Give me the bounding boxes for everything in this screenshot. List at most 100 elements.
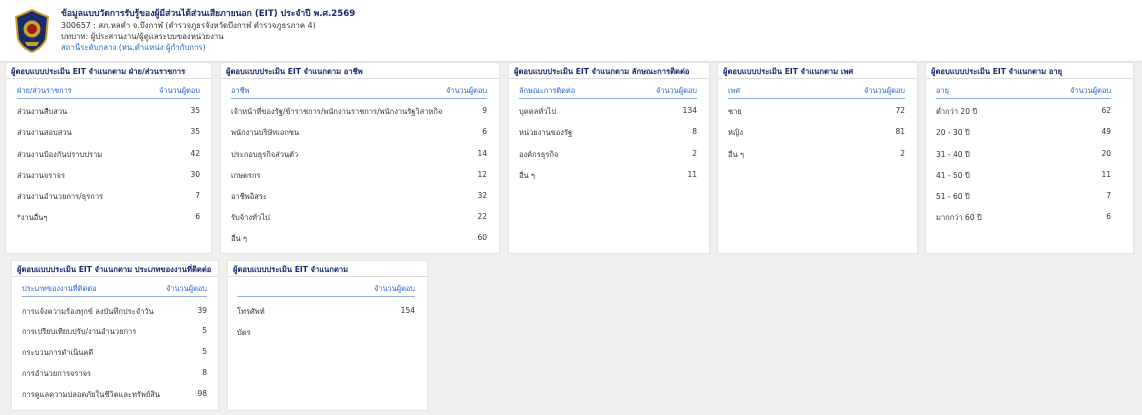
divider	[221, 78, 499, 79]
card-department: ผู้ตอบแบบประเมิน EIT จำแนกตาม ฝ่าย/ส่วนร…	[5, 62, 212, 254]
table-row: การอำนวยการจราจร 8	[22, 368, 207, 382]
row-label: เจ้าหน้าที่ของรัฐ/ข้าราชการ/พนักงานราชกา…	[231, 107, 443, 116]
row-value: 11	[687, 170, 697, 179]
row-label: 51 - 60 ปี	[936, 192, 970, 201]
row-value: 2	[900, 149, 905, 158]
divider	[12, 276, 218, 277]
table-row: อื่น ๆ 11	[519, 170, 697, 184]
row-value: 6	[482, 127, 487, 136]
card-title: ผู้ตอบแบบประเมิน EIT จำแนกตาม ฝ่าย/ส่วนร…	[11, 67, 186, 76]
row-label: ส่วนงานอำนวยการ/ธุรการ	[17, 192, 104, 201]
card-title: ผู้ตอบแบบประเมิน EIT จำแนกตาม เพศ	[723, 67, 854, 76]
divider	[228, 276, 427, 277]
row-label: การดูแลความปลอดภัยในชีวิตและทรัพย์สิน	[22, 390, 160, 399]
row-label: หญิง	[728, 128, 743, 137]
card-occupation: ผู้ตอบแบบประเมิน EIT จำแนกตาม อาชีพ อาชี…	[220, 62, 500, 254]
header-divider	[519, 98, 697, 99]
table-row: อื่น ๆ 2	[728, 149, 905, 163]
station-level-link[interactable]: สถานีระดับกลาง (หน.ตำแหน่ง ผู้กำกับการ)	[61, 42, 355, 53]
table-row: หน่วยงานของรัฐ 8	[519, 127, 697, 141]
row-value: 5	[202, 326, 207, 335]
row-label: บัตร	[237, 328, 251, 337]
row-label: การเปรียบเทียบปรับ/งานอำนวยการ	[22, 327, 137, 336]
row-label: อาชีพอิสระ	[231, 192, 267, 201]
column-header-label[interactable]: ลักษณะการติดต่อ	[519, 85, 575, 97]
table-row: 41 - 50 ปี 11	[936, 170, 1111, 184]
card-title: ผู้ตอบแบบประเมิน EIT จำแนกตาม ลักษณะการต…	[514, 67, 690, 76]
table-row: เกษตรกร 12	[231, 170, 487, 184]
page-title: ข้อมูลแบบวัดการรับรู้ของผู้มีส่วนได้ส่วน…	[61, 9, 356, 19]
row-value: 6	[195, 212, 200, 221]
row-value: 60	[477, 233, 487, 242]
row-label: เกษตรกร	[231, 171, 261, 180]
row-value: 20	[1101, 149, 1111, 158]
column-header-value[interactable]: จำนวนผู้ตอบ	[374, 283, 415, 295]
row-value: 7	[195, 191, 200, 200]
row-label: บุคคลทั่วไป	[519, 107, 557, 116]
user-role: บทบาท: ผู้ประสานงาน/ผู้ดูแลระบบของหน่วยง…	[61, 32, 224, 41]
row-label: ประกอบธุรกิจส่วนตัว	[231, 150, 299, 159]
column-header-value[interactable]: จำนวนผู้ตอบ	[446, 85, 487, 97]
table-row: ส่วนงานสืบสวน 35	[17, 106, 200, 120]
divider	[926, 78, 1133, 79]
column-header-label[interactable]: ฝ่าย/ส่วนราชการ	[17, 85, 72, 97]
row-label: มากกว่า 60 ปี	[936, 213, 982, 222]
column-header-label[interactable]: อาชีพ	[231, 85, 249, 97]
row-value: 30	[190, 170, 200, 179]
row-value: 6	[1106, 212, 1111, 221]
column-header-value[interactable]: จำนวนผู้ตอบ	[159, 85, 200, 97]
row-value: 62	[1101, 106, 1111, 115]
table-row: ส่วนงานอำนวยการ/ธุรการ 7	[17, 191, 200, 205]
table-row: รับจ้างทั่วไป 22	[231, 212, 487, 226]
row-label: ชาย	[728, 107, 742, 116]
table-row: ส่วนงานป้องกันปราบปราม 42	[17, 149, 200, 163]
column-header-value[interactable]: จำนวนผู้ตอบ	[656, 85, 697, 97]
table-row: การเปรียบเทียบปรับ/งานอำนวยการ 5	[22, 326, 207, 340]
column-header-label[interactable]: ประเภทของงานที่ติดต่อ	[22, 283, 97, 295]
table-row: บุคคลทั่วไป 134	[519, 106, 697, 120]
row-value: 35	[190, 127, 200, 136]
row-label: ต่ำกว่า 20 ปี	[936, 107, 978, 116]
row-label: 31 - 40 ปี	[936, 150, 970, 159]
column-header-label[interactable]: เพศ	[728, 85, 740, 97]
table-row: บัตร	[237, 327, 415, 341]
header-divider	[231, 98, 487, 99]
row-value: 2	[692, 149, 697, 158]
row-label: อื่น ๆ	[519, 171, 536, 180]
card-title: ผู้ตอบแบบประเมิน EIT จำแนกตาม อายุ	[931, 67, 1063, 76]
row-label: อื่น ๆ	[231, 234, 248, 243]
column-header-value[interactable]: จำนวนผู้ตอบ	[1070, 85, 1111, 97]
row-label: พนักงานบริษัทเอกชน	[231, 128, 300, 137]
row-value: 49	[1101, 127, 1111, 136]
row-label: การอำนวยการจราจร	[22, 369, 92, 378]
row-label: 20 - 30 ปี	[936, 128, 970, 137]
card-contact-type: ผู้ตอบแบบประเมิน EIT จำแนกตาม ลักษณะการต…	[508, 62, 710, 254]
row-value: 35	[190, 106, 200, 115]
table-row: 20 - 30 ปี 49	[936, 127, 1111, 141]
row-label: กระบวนการดำเนินคดี	[22, 348, 94, 357]
column-header-value[interactable]: จำนวนผู้ตอบ	[166, 283, 207, 295]
table-row: 31 - 40 ปี 20	[936, 149, 1111, 163]
card-title: ผู้ตอบแบบประเมิน EIT จำแนกตาม	[233, 265, 349, 274]
row-label: อื่น ๆ	[728, 150, 745, 159]
row-value: 32	[477, 191, 487, 200]
header-divider	[237, 296, 415, 297]
row-label: ส่วนงานจราจร	[17, 171, 65, 180]
card-channel: ผู้ตอบแบบประเมิน EIT จำแนกตาม จำนวนผู้ตอ…	[227, 260, 428, 411]
table-row: การแจ้งความร้องทุกข์ ลงบันทึกประจำวัน 39	[22, 306, 207, 320]
row-value: 98	[197, 389, 207, 398]
column-header-label[interactable]: อายุ	[936, 85, 949, 97]
header-divider	[17, 98, 200, 99]
column-header-value[interactable]: จำนวนผู้ตอบ	[864, 85, 905, 97]
table-row: อาชีพอิสระ 32	[231, 191, 487, 205]
table-row: กระบวนการดำเนินคดี 5	[22, 347, 207, 361]
row-value: 12	[477, 170, 487, 179]
row-value: 134	[682, 106, 697, 115]
table-row: องค์กรธุรกิจ 2	[519, 149, 697, 163]
table-row: ส่วนงานสอบสวน 35	[17, 127, 200, 141]
table-row: ต่ำกว่า 20 ปี 62	[936, 106, 1111, 120]
card-title: ผู้ตอบแบบประเมิน EIT จำแนกตาม ประเภทของง…	[17, 265, 212, 274]
row-label: การแจ้งความร้องทุกข์ ลงบันทึกประจำวัน	[22, 307, 154, 316]
row-label: โทรศัพท์	[237, 307, 265, 316]
card-title: ผู้ตอบแบบประเมิน EIT จำแนกตาม อาชีพ	[226, 67, 363, 76]
